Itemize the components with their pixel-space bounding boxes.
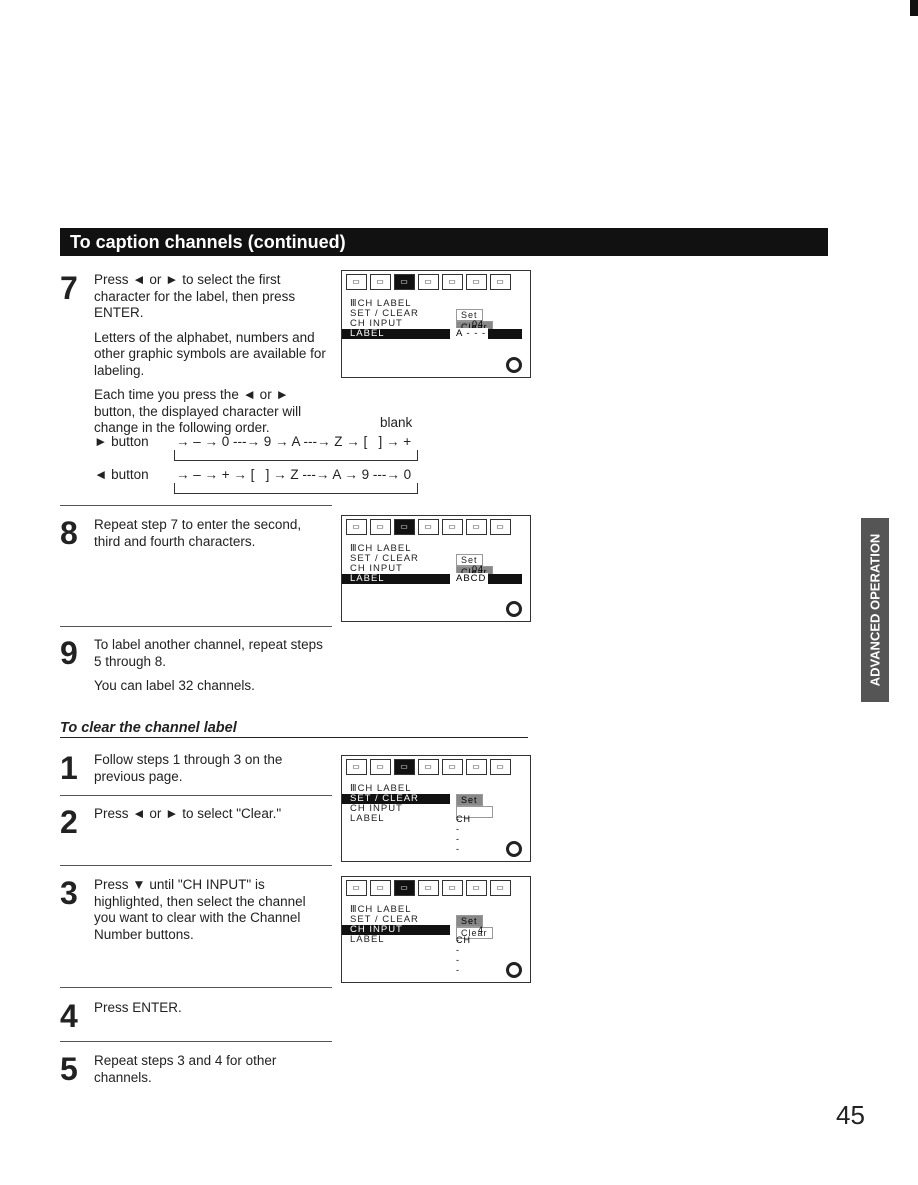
lock-icon: ▭ xyxy=(466,519,487,535)
audio-icon: ▭ xyxy=(370,759,391,775)
step-text: Press ◄ or ► to select "Clear." xyxy=(94,806,282,821)
step-number: 1 xyxy=(60,750,78,786)
osd-row: LABEL - - - - xyxy=(350,813,460,855)
step-number: 8 xyxy=(60,515,78,551)
surround-icon: ▭ xyxy=(418,274,439,290)
lock-icon: ▭ xyxy=(466,880,487,896)
left-sequence: → – → + → [ ] → Z ---→ A → 9 ---→ 0 xyxy=(176,467,412,482)
surround-icon: ▭ xyxy=(418,759,439,775)
step-4: 4 Press ENTER. xyxy=(60,998,330,1034)
manual-page: To caption channels (continued) 7 Press ◄… xyxy=(0,0,918,1185)
step-text: Letters of the alphabet, numbers and oth… xyxy=(94,329,326,378)
wide-icon: ▭ xyxy=(442,519,463,535)
wide-icon: ▭ xyxy=(442,759,463,775)
audio-icon: ▭ xyxy=(370,274,391,290)
lock-icon: ▭ xyxy=(466,274,487,290)
surround-icon: ▭ xyxy=(418,519,439,535)
step-text: Press ENTER. xyxy=(94,1000,182,1015)
scan-mark xyxy=(910,0,918,16)
picture-icon: ▭ xyxy=(346,880,367,896)
cc-icon: ▭ xyxy=(490,519,511,535)
step-text: Press ◄ or ► to select the first charact… xyxy=(94,272,296,320)
dpad-icon xyxy=(506,357,522,373)
ch-icon: ▭ xyxy=(394,519,415,535)
side-tab: ADVANCED OPERATION xyxy=(861,518,889,702)
audio-icon: ▭ xyxy=(370,880,391,896)
step-text: Each time you press the ◄ or ► button, t… xyxy=(94,387,302,435)
clear-label-heading: To clear the channel label xyxy=(60,720,528,738)
picture-icon: ▭ xyxy=(346,759,367,775)
ch-icon: ▭ xyxy=(394,274,415,290)
osd-screen: ▭ ▭ ▭ ▭ ▭ ▭ ▭ ⅢCH LABEL SET / CLEAR SetClear CH IN… xyxy=(341,515,531,622)
step-5: 5 Repeat steps 3 and 4 for other channels… xyxy=(60,1051,330,1094)
divider xyxy=(60,865,332,866)
step-number: 3 xyxy=(60,875,78,911)
cc-icon: ▭ xyxy=(490,759,511,775)
step-2: 2 Press ◄ or ► to select "Clear." xyxy=(60,804,330,840)
right-sequence: → – → 0 ---→ 9 → A ---→ Z → [ ] → + xyxy=(176,434,412,449)
osd-screen: ▭ ▭ ▭ ▭ ▭ ▭ ▭ ⅢCH LABEL SET / CLEAR SetClear CH IN… xyxy=(341,755,531,862)
blank-label: blank xyxy=(380,415,413,430)
divider xyxy=(60,1041,332,1042)
divider xyxy=(60,795,332,796)
ch-icon: ▭ xyxy=(394,880,415,896)
osd-row: LABEL A - - - xyxy=(342,328,522,339)
right-loop-line xyxy=(174,450,418,461)
ch-icon: ▭ xyxy=(394,759,415,775)
picture-icon: ▭ xyxy=(346,519,367,535)
osd-row: LABEL - - - - xyxy=(350,934,460,976)
cc-icon: ▭ xyxy=(490,880,511,896)
step-9: 9 To label another channel, repeat steps … xyxy=(60,635,330,703)
step-1: 1 Follow steps 1 through 3 on the previou… xyxy=(60,750,330,793)
right-button-label: ► button xyxy=(94,434,149,449)
dpad-icon xyxy=(506,841,522,857)
page-number: 45 xyxy=(836,1100,865,1130)
wide-icon: ▭ xyxy=(442,274,463,290)
cc-icon: ▭ xyxy=(490,274,511,290)
left-button-label: ◄ button xyxy=(94,467,149,482)
step-text: You can label 32 channels. xyxy=(94,678,255,693)
step-text: Repeat steps 3 and 4 for other channels. xyxy=(94,1053,277,1085)
wide-icon: ▭ xyxy=(442,880,463,896)
step-text: Repeat step 7 to enter the second, third… xyxy=(94,517,302,549)
lock-icon: ▭ xyxy=(466,759,487,775)
step-8: 8 Repeat step 7 to enter the second, thir… xyxy=(60,515,330,558)
osd-row: LABEL ABCD xyxy=(342,573,522,584)
divider xyxy=(60,626,332,627)
step-text: To label another channel, repeat steps 5… xyxy=(94,637,323,669)
dpad-icon xyxy=(506,962,522,978)
dpad-icon xyxy=(506,601,522,617)
section-header: To caption channels (continued) xyxy=(60,228,828,256)
step-number: 4 xyxy=(60,998,78,1034)
osd-screen: ▭ ▭ ▭ ▭ ▭ ▭ ▭ ⅢCH LABEL SET / CLEAR SetClear CH IN… xyxy=(341,270,531,378)
step-number: 7 xyxy=(60,270,78,306)
step-3: 3 Press ▼ until "CH INPUT" is highlighted… xyxy=(60,875,330,951)
picture-icon: ▭ xyxy=(346,274,367,290)
osd-screen: ▭ ▭ ▭ ▭ ▭ ▭ ▭ ⅢCH LABEL SET / CLEAR SetClear CH IN… xyxy=(341,876,531,983)
audio-icon: ▭ xyxy=(370,519,391,535)
left-loop-line xyxy=(174,483,418,494)
step-number: 2 xyxy=(60,804,78,840)
divider xyxy=(60,505,332,506)
step-number: 9 xyxy=(60,635,78,671)
step-7: 7 Press ◄ or ► to select the first charac… xyxy=(60,270,330,445)
divider xyxy=(60,987,332,988)
surround-icon: ▭ xyxy=(418,880,439,896)
step-text: Follow steps 1 through 3 on the previous… xyxy=(94,752,283,784)
step-number: 5 xyxy=(60,1051,78,1087)
step-text: Press ▼ until "CH INPUT" is highlighted,… xyxy=(94,877,306,942)
